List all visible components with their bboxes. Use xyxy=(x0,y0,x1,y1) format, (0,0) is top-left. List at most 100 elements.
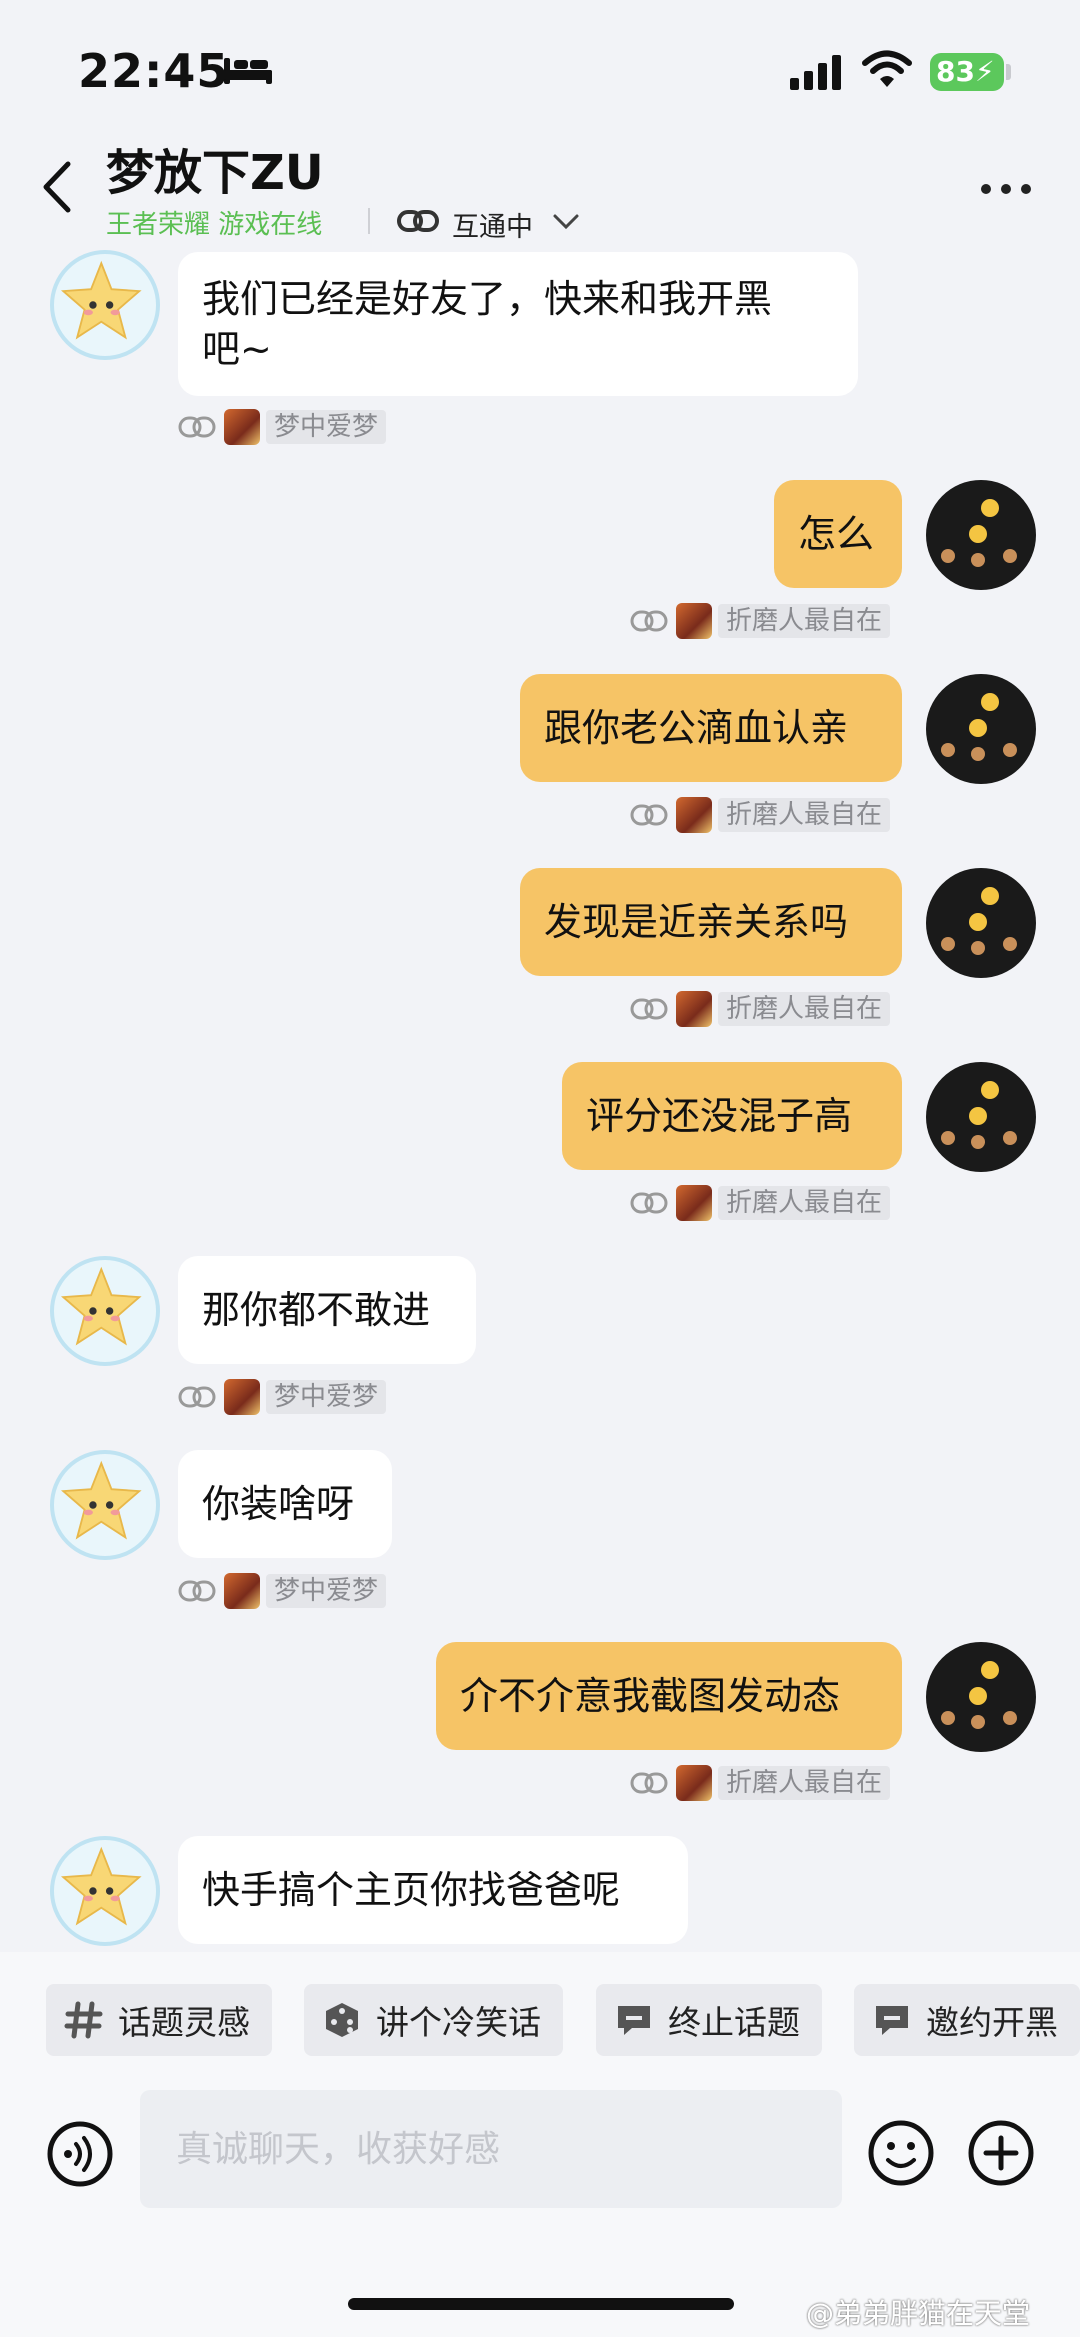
hero-avatar xyxy=(676,797,712,833)
contact-avatar[interactable] xyxy=(50,1836,160,1946)
game-nickname: 折磨人最自在 xyxy=(718,604,891,638)
message-bubble-incoming[interactable]: 那你都不敢进 xyxy=(178,1256,476,1364)
game-tag: 折磨人最自在 xyxy=(630,1765,891,1801)
battery-indicator: 83⚡ xyxy=(930,53,1004,91)
message-bubble-incoming[interactable]: 快手搞个主页你找爸爸呢 xyxy=(178,1836,688,1944)
emoji-hands-avatar-icon xyxy=(941,1081,1017,1149)
message-bubble-incoming[interactable]: 我们已经是好友了，快来和我开黑 吧~ xyxy=(178,252,858,396)
emoji-hands-avatar-icon xyxy=(941,1661,1017,1729)
message-bubble-incoming[interactable]: 你装啥呀 xyxy=(178,1450,392,1558)
link-icon xyxy=(178,1386,216,1408)
hashtag-icon xyxy=(64,2001,103,2039)
chip-label: 讲个冷笑话 xyxy=(376,2003,541,2042)
link-icon xyxy=(630,804,668,826)
message-icon xyxy=(618,2006,650,2035)
emoji-icon[interactable] xyxy=(866,2118,936,2188)
game-tag: 折磨人最自在 xyxy=(630,1185,891,1221)
link-icon xyxy=(630,1772,668,1794)
chip-label: 终止话题 xyxy=(668,2003,800,2042)
status-bar: 22:45 83⚡ xyxy=(0,0,1080,130)
message-bubble-outgoing[interactable]: 评分还没混子高 xyxy=(562,1062,902,1170)
chip-invite-game[interactable]: 邀约开黑 xyxy=(854,1984,1080,2056)
hero-avatar xyxy=(676,991,712,1027)
chip-topic-ideas[interactable]: 话题灵感 xyxy=(46,1984,272,2056)
message-bubble-outgoing[interactable]: 怎么 xyxy=(774,480,902,588)
chip-label: 话题灵感 xyxy=(118,2003,250,2042)
hero-avatar xyxy=(224,1379,260,1415)
message-input[interactable] xyxy=(140,2090,842,2208)
message-bubble-outgoing[interactable]: 跟你老公滴血认亲 xyxy=(520,674,902,782)
game-tag: 折磨人最自在 xyxy=(630,797,891,833)
message-text: 跟你老公滴血认亲 xyxy=(544,706,849,750)
game-nickname: 折磨人最自在 xyxy=(718,798,891,832)
star-avatar-icon xyxy=(60,1846,142,1926)
message-text: 发现是近亲关系吗 xyxy=(544,900,849,944)
game-nickname: 折磨人最自在 xyxy=(718,1766,891,1800)
battery-level: 83 xyxy=(936,55,975,88)
battery-tip xyxy=(1006,64,1011,80)
game-nickname: 梦中爱梦 xyxy=(266,410,387,444)
cellular-signal-icon xyxy=(790,55,841,90)
dice-icon xyxy=(326,2003,358,2037)
message-bubble-outgoing[interactable]: 介不介意我截图发动态 xyxy=(436,1642,902,1750)
message-text: 介不介意我截图发动态 xyxy=(460,1674,841,1718)
game-online-status: 王者荣耀 游戏在线 xyxy=(106,210,323,240)
my-avatar[interactable] xyxy=(926,480,1036,590)
emoji-hands-avatar-icon xyxy=(941,693,1017,761)
chip-cold-joke[interactable]: 讲个冷笑话 xyxy=(304,1984,563,2056)
chip-end-topic[interactable]: 终止话题 xyxy=(596,1984,822,2056)
game-nickname: 折磨人最自在 xyxy=(718,1186,891,1220)
link-icon xyxy=(178,416,216,438)
my-avatar[interactable] xyxy=(926,1642,1036,1752)
watermark: @弟弟胖猫在天堂 xyxy=(806,2297,1031,2330)
charging-bolt-icon: ⚡ xyxy=(974,55,995,88)
contact-avatar[interactable] xyxy=(50,1256,160,1366)
star-avatar-icon xyxy=(60,1460,142,1540)
message-text: 快手搞个主页你找爸爸呢 xyxy=(202,1868,621,1912)
chip-label: 邀约开黑 xyxy=(926,2003,1058,2042)
hero-avatar xyxy=(224,1573,260,1609)
game-tag: 折磨人最自在 xyxy=(630,603,891,639)
link-state-label[interactable]: 互通中 xyxy=(452,205,533,244)
my-avatar[interactable] xyxy=(926,868,1036,978)
back-arrow-icon[interactable] xyxy=(40,160,74,214)
voice-input-icon[interactable] xyxy=(46,2120,114,2188)
home-indicator[interactable] xyxy=(348,2298,734,2310)
hero-avatar xyxy=(676,603,712,639)
game-nickname: 折磨人最自在 xyxy=(718,992,891,1026)
emoji-hands-avatar-icon xyxy=(941,887,1017,955)
sleep-focus-icon xyxy=(224,58,272,84)
status-time: 22:45 xyxy=(78,44,230,98)
message-text: 我们已经是好友了，快来和我开黑 xyxy=(202,277,773,321)
star-avatar-icon xyxy=(60,260,142,340)
more-options-icon[interactable] xyxy=(980,182,1032,196)
message-text: 吧~ xyxy=(202,327,272,371)
link-icon xyxy=(630,1192,668,1214)
contact-name: 梦放下ZU xyxy=(106,145,324,201)
link-icon[interactable] xyxy=(396,208,440,234)
my-avatar[interactable] xyxy=(926,1062,1036,1172)
message-input-box[interactable] xyxy=(140,2090,842,2208)
plus-icon[interactable] xyxy=(966,2118,1036,2188)
my-avatar[interactable] xyxy=(926,674,1036,784)
hero-avatar xyxy=(676,1765,712,1801)
contact-avatar[interactable] xyxy=(50,1450,160,1560)
hero-avatar xyxy=(676,1185,712,1221)
chevron-down-icon[interactable] xyxy=(552,212,580,232)
message-text: 那你都不敢进 xyxy=(202,1288,431,1332)
game-tag: 梦中爱梦 xyxy=(178,1573,387,1609)
game-nickname: 梦中爱梦 xyxy=(266,1380,387,1414)
game-tag: 梦中爱梦 xyxy=(178,409,387,445)
link-icon xyxy=(630,998,668,1020)
message-bubble-outgoing[interactable]: 发现是近亲关系吗 xyxy=(520,868,902,976)
contact-avatar[interactable] xyxy=(50,250,160,360)
wifi-icon xyxy=(862,50,912,87)
hero-avatar xyxy=(224,409,260,445)
game-nickname: 梦中爱梦 xyxy=(266,1574,387,1608)
emoji-hands-avatar-icon xyxy=(941,499,1017,567)
link-icon xyxy=(178,1580,216,1602)
message-text: 你装啥呀 xyxy=(202,1482,355,1526)
message-icon xyxy=(876,2006,908,2035)
message-text: 怎么 xyxy=(798,512,875,556)
game-tag: 梦中爱梦 xyxy=(178,1379,387,1415)
